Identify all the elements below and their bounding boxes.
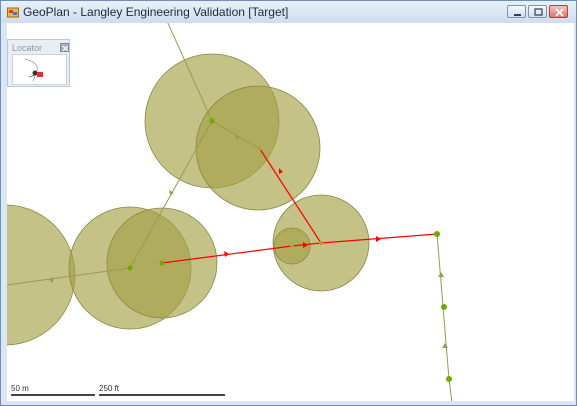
scale-metric-label: 50 m: [11, 384, 29, 393]
application-window: GeoPlan - Langley Engineering Validation…: [0, 0, 577, 406]
network-node: [258, 147, 262, 151]
scale-bar-imperial: [99, 394, 225, 396]
network-node: [319, 241, 323, 245]
title-bar[interactable]: GeoPlan - Langley Engineering Validation…: [1, 1, 576, 23]
map-view[interactable]: 50 m 250 ft: [7, 23, 574, 401]
network-node: [441, 304, 447, 310]
minimize-button[interactable]: [507, 5, 526, 18]
minimize-icon: [514, 14, 521, 16]
pipe-link: [436, 233, 453, 401]
flow-arrow: [438, 272, 444, 277]
locator-overview-map[interactable]: [12, 54, 67, 85]
window-title: GeoPlan - Langley Engineering Validation…: [23, 5, 289, 19]
locator-close-button[interactable]: [60, 43, 69, 52]
network-node: [127, 265, 133, 271]
buffer-circle: [7, 204, 76, 346]
network-node: [290, 244, 294, 248]
scale-imperial-label: 250 ft: [99, 384, 120, 393]
locator-title: Locator: [12, 43, 43, 53]
network-map[interactable]: [7, 23, 574, 401]
maximize-icon: [534, 8, 543, 16]
network-node: [209, 118, 215, 124]
red-flow-arrow: [224, 251, 229, 257]
scale-bar-metric: [11, 394, 95, 396]
close-button[interactable]: [549, 5, 568, 18]
network-node: [446, 376, 452, 382]
overview-map-thumbnail: [24, 58, 43, 82]
flow-arrow: [442, 343, 448, 348]
red-flow-arrow: [376, 236, 381, 242]
network-node: [159, 260, 165, 266]
close-icon: [555, 8, 564, 17]
network-node: [434, 231, 440, 237]
close-icon: [62, 45, 69, 52]
locator-panel[interactable]: Locator: [7, 39, 70, 87]
geoplan-app-icon: [7, 7, 19, 18]
maximize-button[interactable]: [528, 5, 547, 18]
